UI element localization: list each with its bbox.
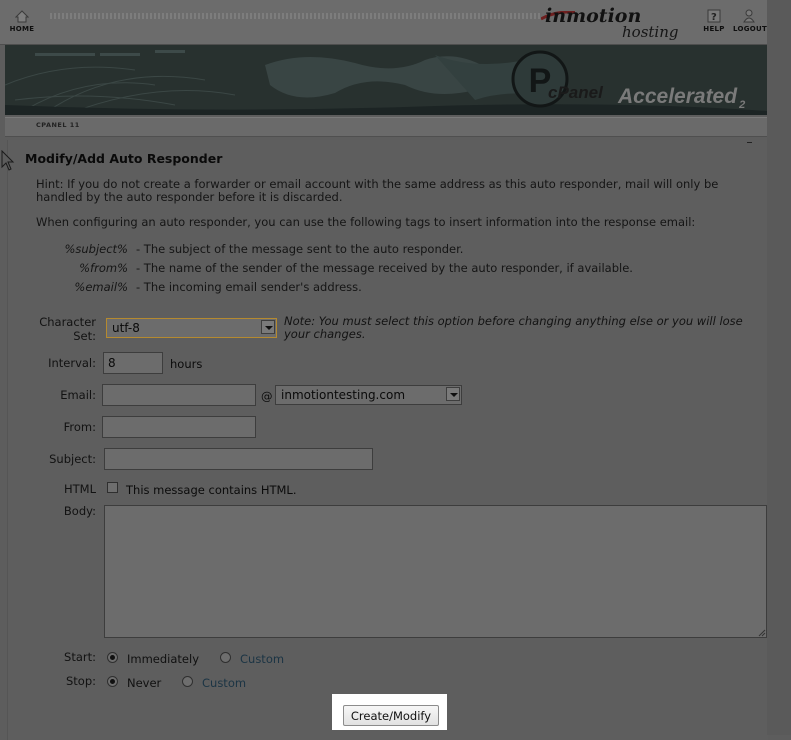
html-checkbox[interactable] <box>107 482 118 493</box>
home-label: HOME <box>9 25 35 33</box>
start-custom-label[interactable]: Custom <box>240 652 284 666</box>
help-icon: ? <box>707 9 721 23</box>
create-modify-button[interactable]: Create/Modify <box>343 705 439 726</box>
interval-label: Interval: <box>48 356 96 370</box>
subject-label: Subject: <box>49 452 96 466</box>
home-button[interactable]: HOME <box>9 10 35 33</box>
breadcrumb[interactable]: CPANEL 11 <box>36 121 80 129</box>
subject-input[interactable] <box>104 448 373 470</box>
logout-button[interactable]: LOGOUT <box>733 9 768 33</box>
html-label: HTML <box>63 482 96 496</box>
page-title: Modify/Add Auto Responder <box>25 151 223 166</box>
charset-label-line1: Character <box>39 315 96 329</box>
stop-never-label[interactable]: Never <box>127 676 161 690</box>
tag-row-from: %from% - The name of the sender of the me… <box>36 261 633 275</box>
mouse-cursor-icon <box>1 150 15 171</box>
home-icon <box>15 10 29 23</box>
html-checkbox-label[interactable]: This message contains HTML. <box>126 483 296 497</box>
body-textarea[interactable] <box>104 505 767 638</box>
tag-description: - The name of the sender of the message … <box>136 261 633 275</box>
accelerated-text: Accelerated <box>618 85 738 108</box>
charset-note: Note: You must select this option before… <box>284 314 743 341</box>
tag-row-email: %email% - The incoming email sender's add… <box>36 280 362 294</box>
chevron-down-icon[interactable] <box>261 320 275 334</box>
tag-row-subject: %subject% - The subject of the message se… <box>36 242 463 256</box>
interval-input[interactable]: 8 <box>103 352 163 374</box>
accelerated-wordmark: Accelerated 2 <box>618 85 745 111</box>
tag-name: %email% <box>74 280 128 294</box>
interval-unit: hours <box>170 357 203 371</box>
stop-custom-radio[interactable] <box>182 676 193 687</box>
decorative-dots <box>50 13 540 19</box>
body-label: Body: <box>63 504 96 518</box>
svg-text:?: ? <box>711 12 717 23</box>
tag-name: %subject% <box>64 242 128 256</box>
charset-label-line2: Set: <box>73 329 96 343</box>
start-custom-radio[interactable] <box>220 652 231 663</box>
email-input[interactable] <box>102 384 256 406</box>
charset-select[interactable]: utf-8 <box>106 318 277 338</box>
domain-select[interactable]: inmotiontesting.com <box>275 385 462 405</box>
tag-description: - The incoming email sender's address. <box>136 280 362 294</box>
tags-intro: When configuring an auto responder, you … <box>36 215 696 229</box>
help-button[interactable]: ? HELP <box>702 9 726 33</box>
domain-value: inmotiontesting.com <box>281 388 406 402</box>
breadcrumb-bar <box>5 117 767 137</box>
panel-minimize-mark[interactable] <box>747 142 752 143</box>
cpanel-wordmark: cPanel <box>548 83 603 102</box>
help-label: HELP <box>703 25 725 33</box>
resize-handle-icon[interactable] <box>757 628 766 637</box>
chevron-down-icon[interactable] <box>446 387 460 401</box>
brand-hosting: hosting <box>622 23 679 41</box>
hint-text: Hint: If you do not create a forwarder o… <box>36 177 719 204</box>
charset-value: utf-8 <box>112 321 140 335</box>
tag-description: - The subject of the message sent to the… <box>136 242 464 256</box>
window-right-edge <box>767 0 791 735</box>
stop-label: Stop: <box>65 674 96 688</box>
email-label: Email: <box>60 388 96 402</box>
start-immediately-radio[interactable] <box>107 652 118 663</box>
from-input[interactable] <box>102 416 256 438</box>
start-immediately-label[interactable]: Immediately <box>127 652 199 666</box>
logout-icon <box>743 9 755 23</box>
stop-never-radio[interactable] <box>107 676 118 687</box>
start-label: Start: <box>64 650 96 664</box>
charset-label: Character Set: <box>30 315 96 343</box>
logout-label: LOGOUT <box>733 25 768 33</box>
tag-name: %from% <box>79 261 128 275</box>
stop-custom-label[interactable]: Custom <box>202 676 246 690</box>
at-sign: @ <box>261 389 273 403</box>
content-panel <box>7 140 768 740</box>
accelerated-version: 2 <box>739 99 746 111</box>
from-label: From: <box>63 420 96 434</box>
